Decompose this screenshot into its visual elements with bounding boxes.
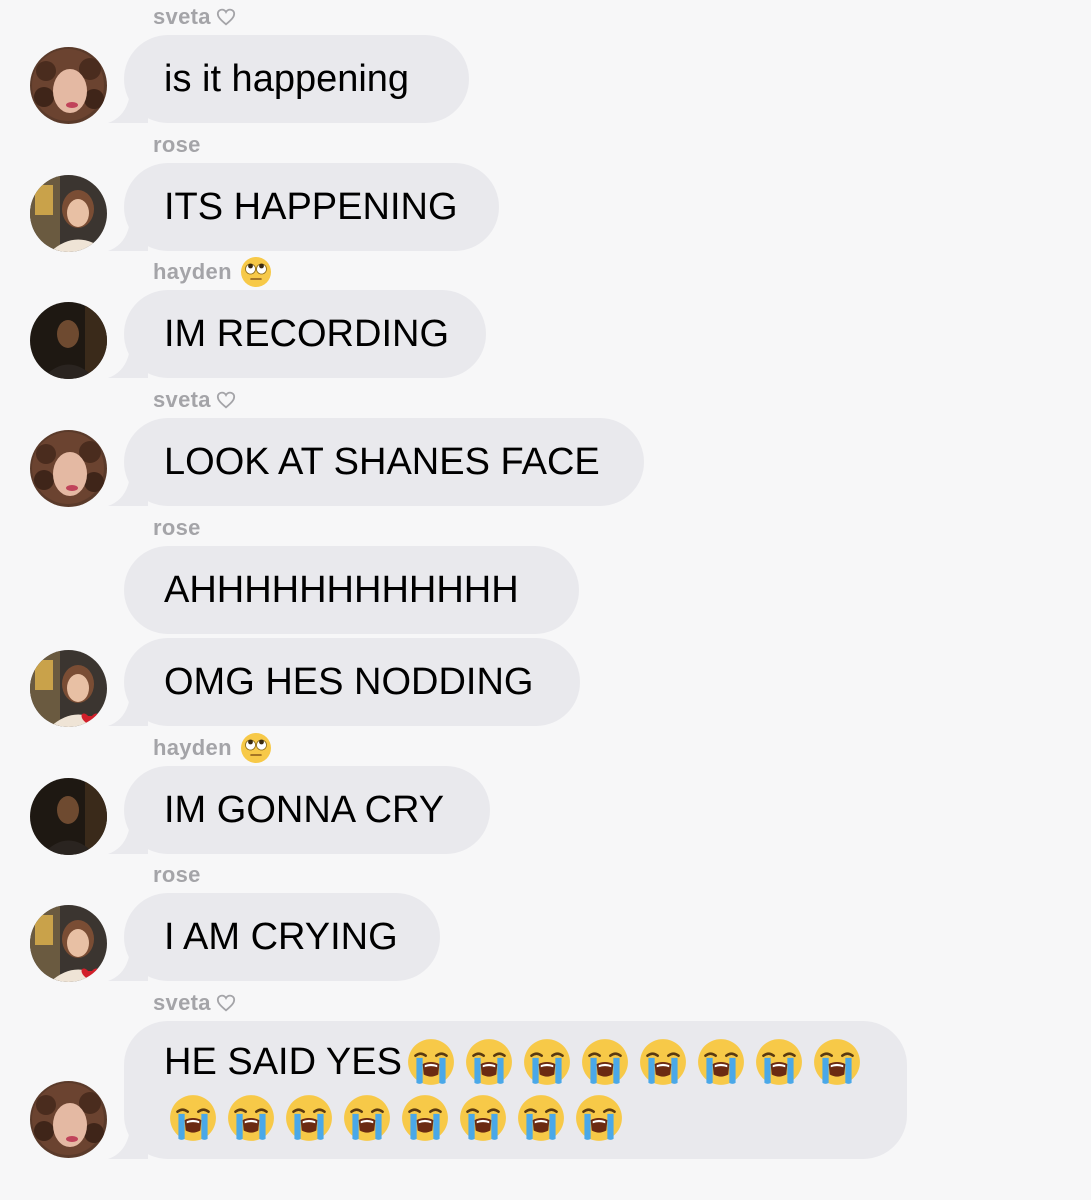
bubble-tail (108, 824, 148, 854)
avatar-rose[interactable] (30, 650, 107, 727)
loudly-crying-face-emoji-icon (750, 1037, 808, 1087)
message-text: OMG HES NODDING (164, 660, 534, 703)
message-bubble[interactable]: I AM CRYING (108, 893, 440, 981)
message-line: HE SAID YES (164, 1034, 866, 1090)
loudly-crying-face-emoji-icon (396, 1093, 454, 1143)
rolling-eyes-emoji-icon (240, 256, 272, 288)
avatar-sveta[interactable] (30, 430, 107, 507)
sender-name-rose: rose (153, 515, 201, 540)
message-text: IM GONNA CRY (164, 788, 445, 831)
message-bubble[interactable]: ITS HAPPENING (108, 163, 499, 251)
sender-name-hayden: hayden (153, 732, 272, 764)
loudly-crying-face-emoji-icon (576, 1037, 634, 1087)
message-bubble[interactable]: LOOK AT SHANES FACE (108, 418, 644, 506)
message-line (164, 1090, 628, 1146)
rolling-eyes-emoji-icon (240, 732, 272, 764)
sender-name-sveta: sveta (153, 4, 236, 30)
avatar-rose[interactable] (30, 905, 107, 982)
loudly-crying-face-emoji-icon (338, 1093, 396, 1143)
avatar-rose[interactable] (30, 175, 107, 252)
message-bubble[interactable]: AHHHHHHHHHHHH (124, 546, 579, 634)
loudly-crying-face-emoji-icon (280, 1093, 338, 1143)
bubble-tail (108, 476, 148, 506)
message-bubble[interactable]: HE SAID YES (108, 1021, 907, 1159)
message-text: ITS HAPPENING (164, 185, 458, 228)
bubble-tail (108, 696, 148, 726)
heart-outline-icon (216, 8, 236, 26)
heart-outline-icon (216, 994, 236, 1012)
loudly-crying-face-emoji-icon (454, 1093, 512, 1143)
sender-name-rose: rose (153, 862, 201, 887)
message-text: is it happening (164, 57, 410, 100)
avatar-sveta[interactable] (30, 1081, 107, 1158)
sender-name-rose: rose (153, 132, 201, 157)
sender-name-sveta: sveta (153, 990, 236, 1016)
message-text: IM RECORDING (164, 312, 449, 355)
message-text: HE SAID YES (164, 1041, 402, 1083)
loudly-crying-face-emoji-icon (808, 1037, 866, 1087)
loudly-crying-face-emoji-icon (634, 1037, 692, 1087)
bubble-tail (108, 1129, 148, 1159)
bubble-tail (108, 93, 148, 123)
group-chat-thread: sveta is it happening rose ITS HAPPENING… (0, 0, 1091, 1200)
message-text: I AM CRYING (164, 915, 398, 958)
message-bubble[interactable]: is it happening (108, 35, 469, 123)
loudly-crying-face-emoji-icon (512, 1093, 570, 1143)
sender-name-hayden: hayden (153, 256, 272, 288)
sender-name-sveta: sveta (153, 387, 236, 413)
avatar-hayden[interactable] (30, 778, 107, 855)
loudly-crying-face-emoji-icon (164, 1093, 222, 1143)
bubble-tail (108, 951, 148, 981)
message-bubble[interactable]: OMG HES NODDING (108, 638, 580, 726)
loudly-crying-face-emoji-icon (222, 1093, 280, 1143)
message-bubble[interactable]: IM RECORDING (108, 290, 486, 378)
message-bubble[interactable]: IM GONNA CRY (108, 766, 490, 854)
loudly-crying-face-emoji-icon (518, 1037, 576, 1087)
message-text: AHHHHHHHHHHHH (164, 568, 519, 611)
loudly-crying-face-emoji-icon (402, 1037, 460, 1087)
avatar-hayden[interactable] (30, 302, 107, 379)
loudly-crying-face-emoji-icon (570, 1093, 628, 1143)
bubble-tail (108, 348, 148, 378)
bubble-tail (108, 221, 148, 251)
avatar-sveta[interactable] (30, 47, 107, 124)
loudly-crying-face-emoji-icon (692, 1037, 750, 1087)
heart-outline-icon (216, 391, 236, 409)
message-text: LOOK AT SHANES FACE (164, 440, 600, 483)
loudly-crying-face-emoji-icon (460, 1037, 518, 1087)
